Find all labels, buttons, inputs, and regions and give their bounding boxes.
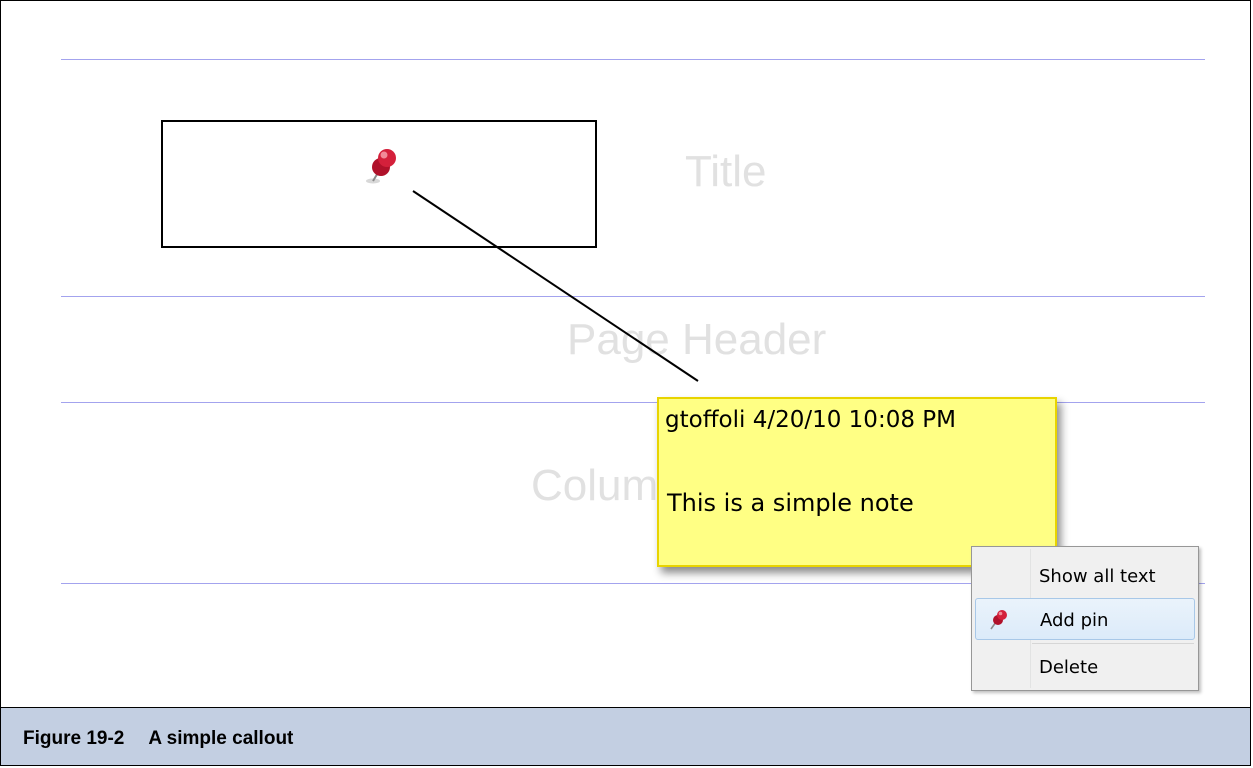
figure-frame: Title Page Header Column Header gtoffoli… xyxy=(0,0,1251,766)
menu-item-show-all-text[interactable]: Show all text xyxy=(975,555,1195,597)
report-designer-canvas[interactable]: Title Page Header Column Header gtoffoli… xyxy=(1,1,1250,707)
band-label-page-header: Page Header xyxy=(567,315,827,364)
pushpin-icon xyxy=(990,610,1007,630)
menu-item-label: Add pin xyxy=(1040,610,1109,631)
band-separator xyxy=(61,296,1205,297)
figure-caption: Figure 19-2 A simple callout xyxy=(23,728,293,750)
note-author-timestamp: gtoffoli 4/20/10 10:08 PM xyxy=(665,407,956,433)
pushpin-icon[interactable] xyxy=(357,141,405,189)
context-menu: Show all text Add pin Delete xyxy=(971,546,1199,691)
note-text[interactable]: This is a simple note xyxy=(667,489,914,517)
figure-title: A simple callout xyxy=(148,728,294,749)
menu-item-delete[interactable]: Delete xyxy=(975,646,1195,688)
menu-separator xyxy=(1032,643,1194,644)
menu-item-label: Show all text xyxy=(1039,566,1156,587)
band-separator xyxy=(61,59,1205,60)
band-label-title: Title xyxy=(685,147,767,196)
figure-number: Figure 19-2 xyxy=(23,728,125,749)
menu-item-label: Delete xyxy=(1039,657,1099,678)
figure-caption-bar: Figure 19-2 A simple callout xyxy=(1,707,1250,765)
callout-note[interactable]: gtoffoli 4/20/10 10:08 PM This is a simp… xyxy=(657,397,1057,567)
menu-item-add-pin[interactable]: Add pin xyxy=(975,598,1195,640)
